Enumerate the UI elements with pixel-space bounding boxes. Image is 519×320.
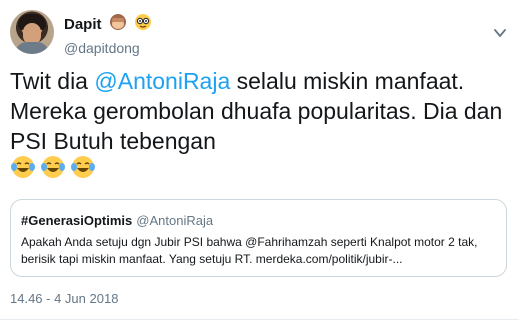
emoji-row	[10, 154, 96, 182]
tweet-text: Twit dia @AntoniRaja selalu miskin manfa…	[10, 66, 510, 156]
quoted-tweet-header: #GenerasiOptimis @AntoniRaja	[21, 213, 496, 229]
avatar[interactable]	[10, 10, 54, 54]
see-no-evil-monkey-icon	[109, 13, 127, 36]
display-name[interactable]: Dapit	[64, 16, 102, 33]
author-names: Dapit @dapitdong	[64, 13, 152, 57]
face-with-tears-of-joy-icon	[71, 156, 95, 178]
tweet-timestamp[interactable]: 14.46 - 4 Jun 2018	[10, 291, 118, 306]
quoted-handle: @AntoniRaja	[136, 213, 214, 228]
quoted-tweet[interactable]: #GenerasiOptimis @AntoniRaja Apakah Anda …	[10, 199, 507, 277]
nerd-face-icon	[134, 13, 152, 36]
tweet-text-part1: Twit dia	[10, 68, 95, 94]
author-handle[interactable]: @dapitdong	[64, 39, 152, 57]
quoted-tweet-text: Apakah Anda setuju dgn Jubir PSI bahwa @…	[21, 235, 478, 266]
quoted-display-name: #GenerasiOptimis	[21, 213, 133, 228]
face-with-tears-of-joy-icon	[41, 156, 65, 178]
tweet-header: Dapit @dapitdong	[10, 10, 509, 58]
face-with-tears-of-joy-icon	[11, 156, 35, 178]
display-name-row: Dapit	[64, 13, 152, 36]
mention-link[interactable]: @AntoniRaja	[94, 68, 230, 94]
chevron-down-icon[interactable]	[493, 26, 507, 40]
